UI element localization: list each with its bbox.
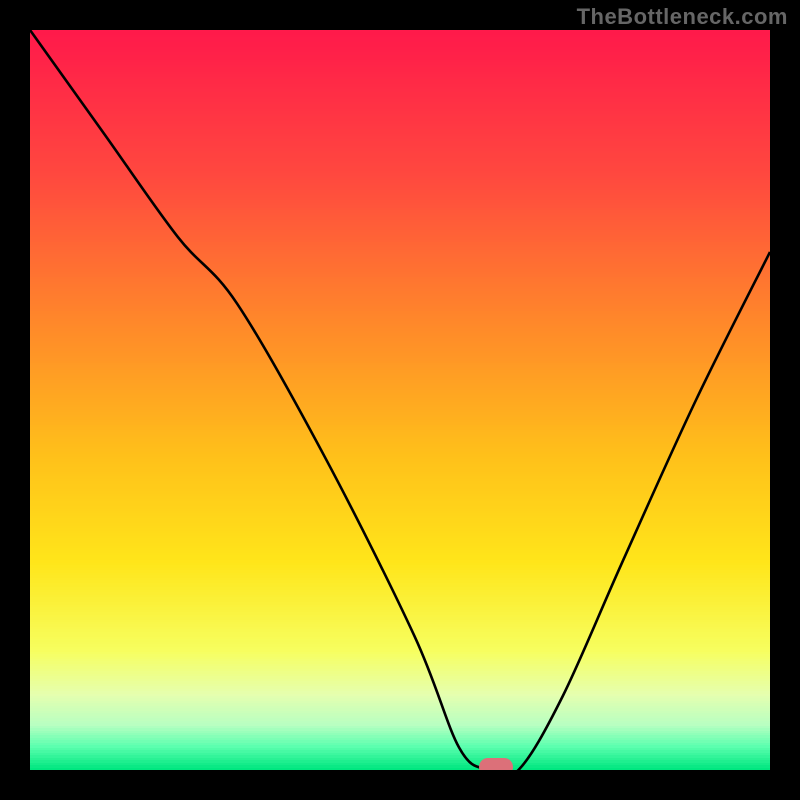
plot-area <box>30 30 770 770</box>
chart-frame: TheBottleneck.com <box>0 0 800 800</box>
bottleneck-curve <box>30 30 770 770</box>
optimum-marker <box>479 758 513 770</box>
watermark-text: TheBottleneck.com <box>577 4 788 30</box>
